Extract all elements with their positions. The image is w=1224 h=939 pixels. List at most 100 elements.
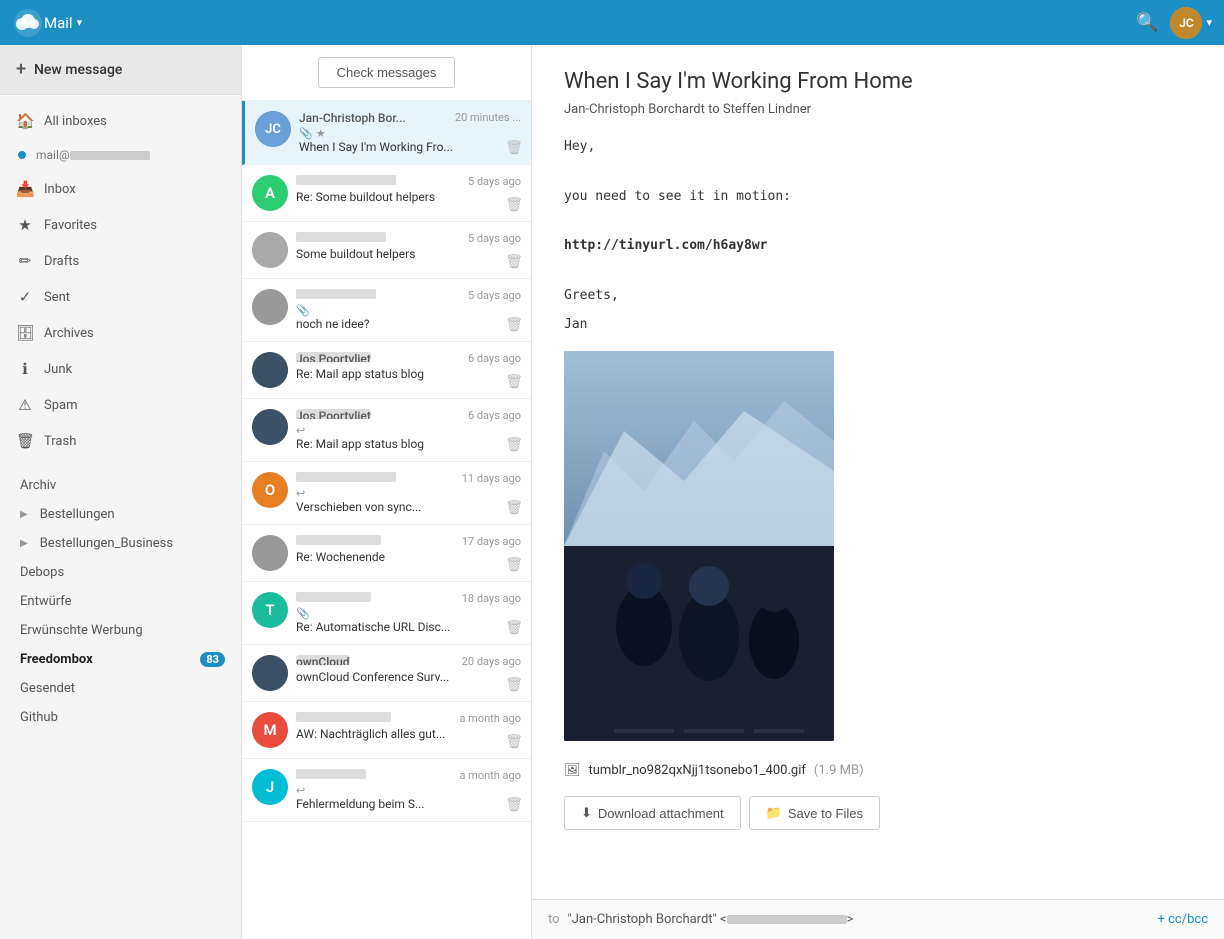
sidebar-item-archives[interactable]: 🗄 Archives (0, 315, 241, 351)
message-subject: Re: Some buildout helpers (296, 190, 521, 204)
sidebar-item-all-inboxes[interactable]: 🏠 All inboxes (0, 103, 241, 139)
message-content: 18 days ago 📎 Re: Automatische URL Disc.… (296, 592, 521, 634)
check-messages-button[interactable]: Check messages (318, 57, 456, 88)
plus-icon: + (16, 59, 26, 80)
attachment-info-bar: 🖼 tumblr_no982qxNjj1tsonebo1_400.gif (1.… (564, 753, 1192, 788)
sidebar: + New message 🏠 All inboxes mail@ 📥 Inbo… (0, 45, 242, 939)
avatar (252, 655, 288, 691)
message-time: 6 days ago (468, 352, 521, 365)
sidebar-item-junk[interactable]: ℹ Junk (0, 351, 241, 387)
ski-image: LIVE FROM THE OFFICE (564, 351, 834, 741)
table-row[interactable]: 17 days ago Re: Wochenende 🗑 (242, 525, 531, 582)
archiv-label: Archiv (20, 478, 56, 493)
reply-icon: ↩ (296, 487, 305, 500)
folder-item-archiv[interactable]: Archiv (0, 471, 241, 500)
expand-icon: ▶ (20, 538, 28, 549)
sidebar-item-inbox[interactable]: 📥 Inbox (0, 171, 241, 207)
search-icon[interactable]: 🔍 (1136, 12, 1158, 33)
table-row[interactable]: O 11 days ago ↩ Verschieben von sync... … (242, 462, 531, 525)
message-subject: Re: Wochenende (296, 550, 521, 564)
figures-svg (564, 546, 834, 741)
reply-icon: ↩ (296, 784, 305, 797)
debops-label: Debops (20, 565, 64, 580)
check-messages-bar: Check messages (242, 45, 531, 101)
sent-label: Sent (44, 290, 70, 305)
star-icon: ★ (316, 127, 326, 140)
reply-to-address: "Jan-Christoph Borchardt" <> (568, 912, 1150, 927)
sidebar-item-trash[interactable]: 🗑 Trash (0, 423, 241, 459)
delete-icon[interactable]: 🗑 (505, 734, 523, 750)
delete-icon[interactable]: 🗑 (505, 317, 523, 333)
message-sender: Jos Poortvliet (296, 352, 371, 362)
spam-icon: ⚠ (16, 396, 34, 414)
table-row[interactable]: M a month ago AW: Nachträglich alles gut… (242, 702, 531, 759)
folder-item-bestellungen-business[interactable]: ▶ Bestellungen_Business (0, 529, 241, 558)
folder-item-entwurfe[interactable]: Entwürfe (0, 587, 241, 616)
inbox-label: Inbox (44, 182, 76, 197)
delete-icon[interactable]: 🗑 (505, 437, 523, 453)
delete-icon[interactable]: 🗑 (505, 677, 523, 693)
folder-item-debops[interactable]: Debops (0, 558, 241, 587)
sidebar-item-drafts[interactable]: ✏ Drafts (0, 243, 241, 279)
sidebar-item-mail-account[interactable]: mail@ (0, 139, 241, 171)
table-row[interactable]: Jos Poortvliet 6 days ago Re: Mail app s… (242, 342, 531, 399)
folder-item-freedombox[interactable]: Freedombox 83 (0, 645, 241, 674)
table-row[interactable]: J a month ago ↩ Fehlermeldung beim S... … (242, 759, 531, 822)
sidebar-item-sent[interactable]: ✓ Sent (0, 279, 241, 315)
message-sender (296, 535, 381, 545)
table-row[interactable]: JC Jan-Christoph Bor... 20 minutes ... 📎… (242, 101, 531, 165)
delete-icon[interactable]: 🗑 (505, 557, 523, 573)
delete-icon[interactable]: 🗑 (505, 620, 523, 636)
message-time: 5 days ago (468, 175, 521, 188)
user-avatar[interactable]: JC (1170, 7, 1202, 39)
new-message-button[interactable]: + New message (0, 45, 241, 95)
cc-bcc-toggle[interactable]: + cc/bcc (1158, 912, 1208, 927)
message-sender: ownCloud (296, 655, 350, 665)
mountain-svg (564, 351, 834, 546)
topbar-app-name[interactable]: Mail ▾ (44, 14, 82, 32)
attachment-icon: 📎 (299, 127, 313, 140)
folder-item-github[interactable]: Github (0, 703, 241, 732)
table-row[interactable]: T 18 days ago 📎 Re: Automatische URL Dis… (242, 582, 531, 645)
sidebar-item-favorites[interactable]: ★ Favorites (0, 207, 241, 243)
mail-account-label: mail@ (36, 148, 150, 162)
junk-icon: ℹ (16, 360, 34, 378)
delete-icon[interactable]: 🗑 (505, 500, 523, 516)
favorites-label: Favorites (44, 218, 97, 233)
table-row[interactable]: Jos Poortvliet 6 days ago ↩ Re: Mail app… (242, 399, 531, 462)
table-row[interactable]: 5 days ago Some buildout helpers 🗑 (242, 222, 531, 279)
avatar: JC (255, 111, 291, 147)
delete-icon[interactable]: 🗑 (505, 197, 523, 213)
table-row[interactable]: ownCloud 20 days ago ownCloud Conference… (242, 645, 531, 702)
avatar (252, 535, 288, 571)
user-dropdown-arrow[interactable]: ▾ (1206, 16, 1212, 29)
email-line-4: Jan (564, 315, 1192, 336)
save-to-files-button[interactable]: 📁 Save to Files (749, 796, 880, 830)
delete-icon[interactable]: 🗑 (505, 797, 523, 813)
message-subject: ownCloud Conference Surv... (296, 670, 521, 684)
table-row[interactable]: 5 days ago 📎 noch ne idee? 🗑 (242, 279, 531, 342)
message-time: 20 days ago (462, 655, 521, 668)
email-line-2: you need to see it in motion: (564, 187, 1192, 208)
table-row[interactable]: A 5 days ago Re: Some buildout helpers 🗑 (242, 165, 531, 222)
message-subject: Re: Mail app status blog (296, 437, 521, 451)
folder-item-gesendet[interactable]: Gesendet (0, 674, 241, 703)
freedombox-label: Freedombox (20, 652, 93, 667)
message-content: Jos Poortvliet 6 days ago ↩ Re: Mail app… (296, 409, 521, 451)
folder-item-erwunschte-werbung[interactable]: Erwünschte Werbung (0, 616, 241, 645)
delete-icon[interactable]: 🗑 (505, 140, 523, 156)
email-link[interactable]: http://tinyurl.com/h6ay8wr (564, 236, 1192, 257)
spam-label: Spam (44, 398, 78, 413)
folder-item-bestellungen[interactable]: ▶ Bestellungen (0, 500, 241, 529)
bestellungen-label: Bestellungen (40, 507, 115, 522)
delete-icon[interactable]: 🗑 (505, 254, 523, 270)
avatar (252, 232, 288, 268)
sidebar-item-spam[interactable]: ⚠ Spam (0, 387, 241, 423)
message-content: 11 days ago ↩ Verschieben von sync... (296, 472, 521, 514)
download-attachment-button[interactable]: ⬇ Download attachment (564, 796, 741, 830)
trash-label: Trash (44, 434, 76, 449)
app-dropdown-arrow[interactable]: ▾ (77, 16, 83, 29)
message-sender (296, 769, 366, 779)
delete-icon[interactable]: 🗑 (505, 374, 523, 390)
message-content: 5 days ago 📎 noch ne idee? (296, 289, 521, 331)
